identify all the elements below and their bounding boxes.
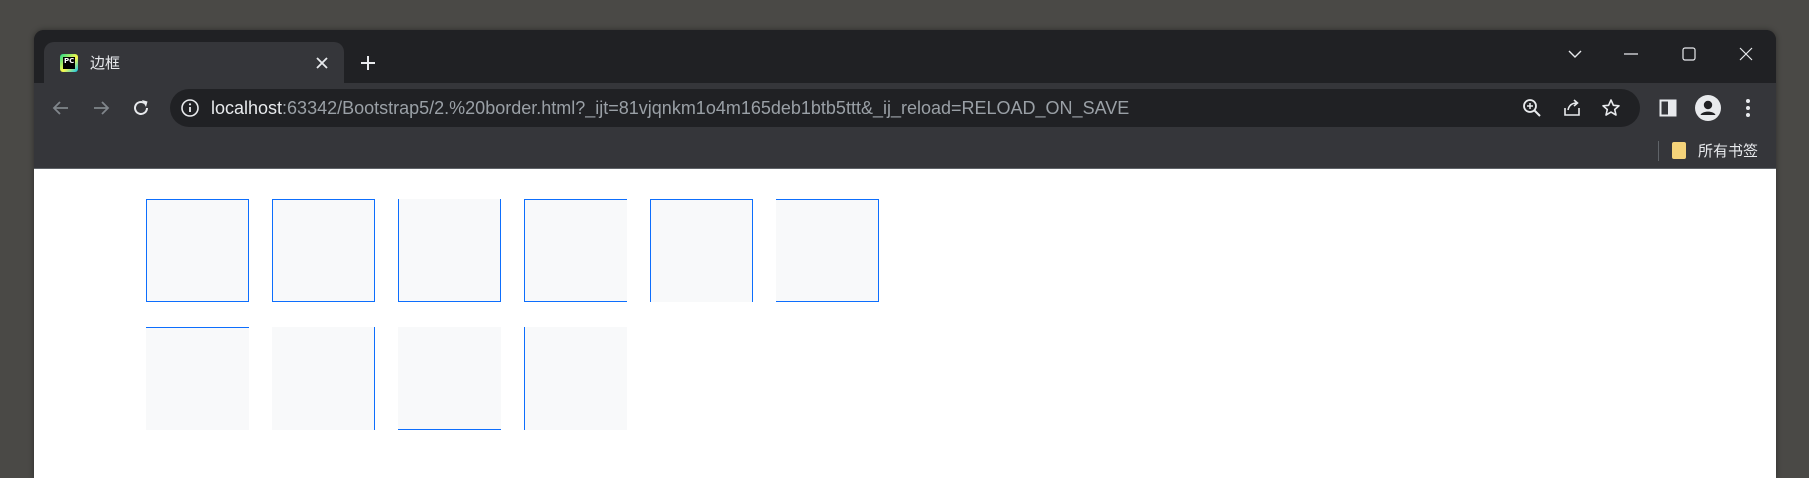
chevron-down-icon (1568, 50, 1582, 58)
info-icon[interactable] (180, 98, 200, 118)
tab-search-button[interactable] (1552, 36, 1598, 72)
border-box-no-top (398, 199, 501, 302)
border-box-all (146, 199, 249, 302)
forward-button[interactable] (85, 92, 117, 124)
tab-title: 边框 (90, 54, 121, 72)
browser-window: PC 边框 localhost:63342/Bootstrap5/2.%20bo… (34, 30, 1776, 478)
plus-icon (361, 56, 375, 70)
border-box-all (272, 199, 375, 302)
border-box-left-only (524, 327, 627, 430)
reload-icon (134, 100, 148, 115)
menu-button[interactable] (1734, 94, 1762, 122)
minimize-button[interactable] (1608, 36, 1654, 72)
close-icon[interactable] (310, 51, 334, 75)
kebab-menu-icon (1746, 99, 1750, 117)
pycharm-icon: PC (60, 53, 78, 72)
url-host: localhost (211, 98, 283, 118)
share-icon[interactable] (1560, 96, 1584, 120)
tab-active[interactable]: PC 边框 (44, 42, 344, 83)
maximize-icon (1682, 47, 1696, 61)
zoom-icon[interactable] (1520, 96, 1544, 120)
border-box-right-only (272, 327, 375, 430)
back-button[interactable] (45, 92, 77, 124)
divider (1658, 141, 1659, 161)
border-box-no-right (524, 199, 627, 302)
bookmarks-bar: 所有书签 (34, 133, 1776, 169)
tab-strip: PC 边框 (34, 30, 1776, 83)
url-text[interactable]: localhost:63342/Bootstrap5/2.%20border.h… (211, 89, 1129, 127)
profile-button[interactable] (1694, 94, 1722, 122)
minimize-icon (1624, 53, 1638, 55)
new-tab-button[interactable] (352, 47, 384, 79)
all-bookmarks-button[interactable]: 所有书签 (1672, 139, 1758, 161)
toolbar: localhost:63342/Bootstrap5/2.%20border.h… (34, 83, 1776, 133)
folder-icon (1672, 141, 1686, 159)
border-box-no-bottom (650, 199, 753, 302)
page-content (34, 169, 1776, 478)
maximize-button[interactable] (1666, 36, 1712, 72)
avatar-icon (1695, 95, 1721, 121)
all-bookmarks-label: 所有书签 (1698, 141, 1759, 160)
address-bar[interactable]: localhost:63342/Bootstrap5/2.%20border.h… (170, 89, 1640, 127)
arrow-left-icon (52, 101, 68, 115)
star-icon[interactable] (1599, 96, 1623, 120)
border-box-bottom-only (398, 327, 501, 430)
url-path: :63342/Bootstrap5/2.%20border.html?_ijt=… (282, 98, 1130, 118)
side-panel-icon (1659, 99, 1677, 117)
border-box-top-only (146, 327, 249, 430)
arrow-right-icon (94, 101, 110, 115)
close-icon (1739, 47, 1753, 61)
border-box-no-left (776, 199, 879, 302)
close-window-button[interactable] (1723, 36, 1769, 72)
reload-button[interactable] (125, 92, 157, 124)
side-panel-button[interactable] (1654, 94, 1682, 122)
